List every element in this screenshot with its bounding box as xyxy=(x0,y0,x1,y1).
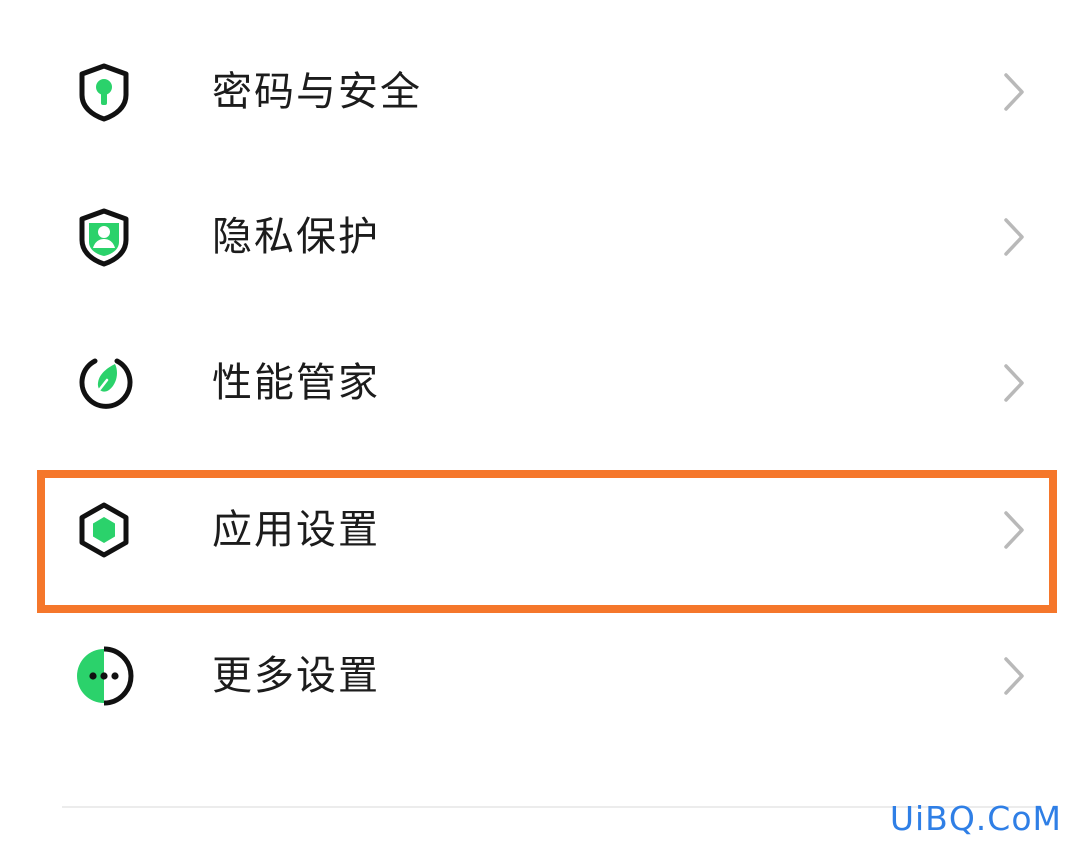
settings-item-label: 隐私保护 xyxy=(212,214,380,260)
chevron-right-icon xyxy=(998,655,1028,697)
settings-item-performance[interactable]: 性能管家 xyxy=(0,322,1074,442)
shield-person-icon xyxy=(73,206,135,268)
settings-item-privacy[interactable]: 隐私保护 xyxy=(0,176,1074,296)
chevron-right-icon xyxy=(998,362,1028,404)
settings-item-label: 性能管家 xyxy=(212,360,380,406)
chevron-right-icon xyxy=(998,216,1028,258)
settings-item-more-settings[interactable]: 更多设置 xyxy=(0,615,1074,735)
hexagon-icon xyxy=(73,499,135,561)
settings-screen: 密码与安全 隐私保护 性能管家 应用设置 更多设置 UiBQ.CoM xyxy=(0,0,1074,845)
chevron-right-icon xyxy=(998,509,1028,551)
settings-item-label: 应用设置 xyxy=(212,507,380,553)
settings-item-password-security[interactable]: 密码与安全 xyxy=(0,31,1074,151)
watermark: UiBQ.CoM xyxy=(889,799,1062,838)
more-dots-icon xyxy=(73,645,135,707)
settings-item-label: 更多设置 xyxy=(212,653,380,699)
gauge-leaf-icon xyxy=(73,352,135,414)
settings-item-app-settings[interactable]: 应用设置 xyxy=(0,469,1074,589)
shield-lock-icon xyxy=(73,61,135,123)
chevron-right-icon xyxy=(998,71,1028,113)
settings-item-label: 密码与安全 xyxy=(212,69,422,115)
